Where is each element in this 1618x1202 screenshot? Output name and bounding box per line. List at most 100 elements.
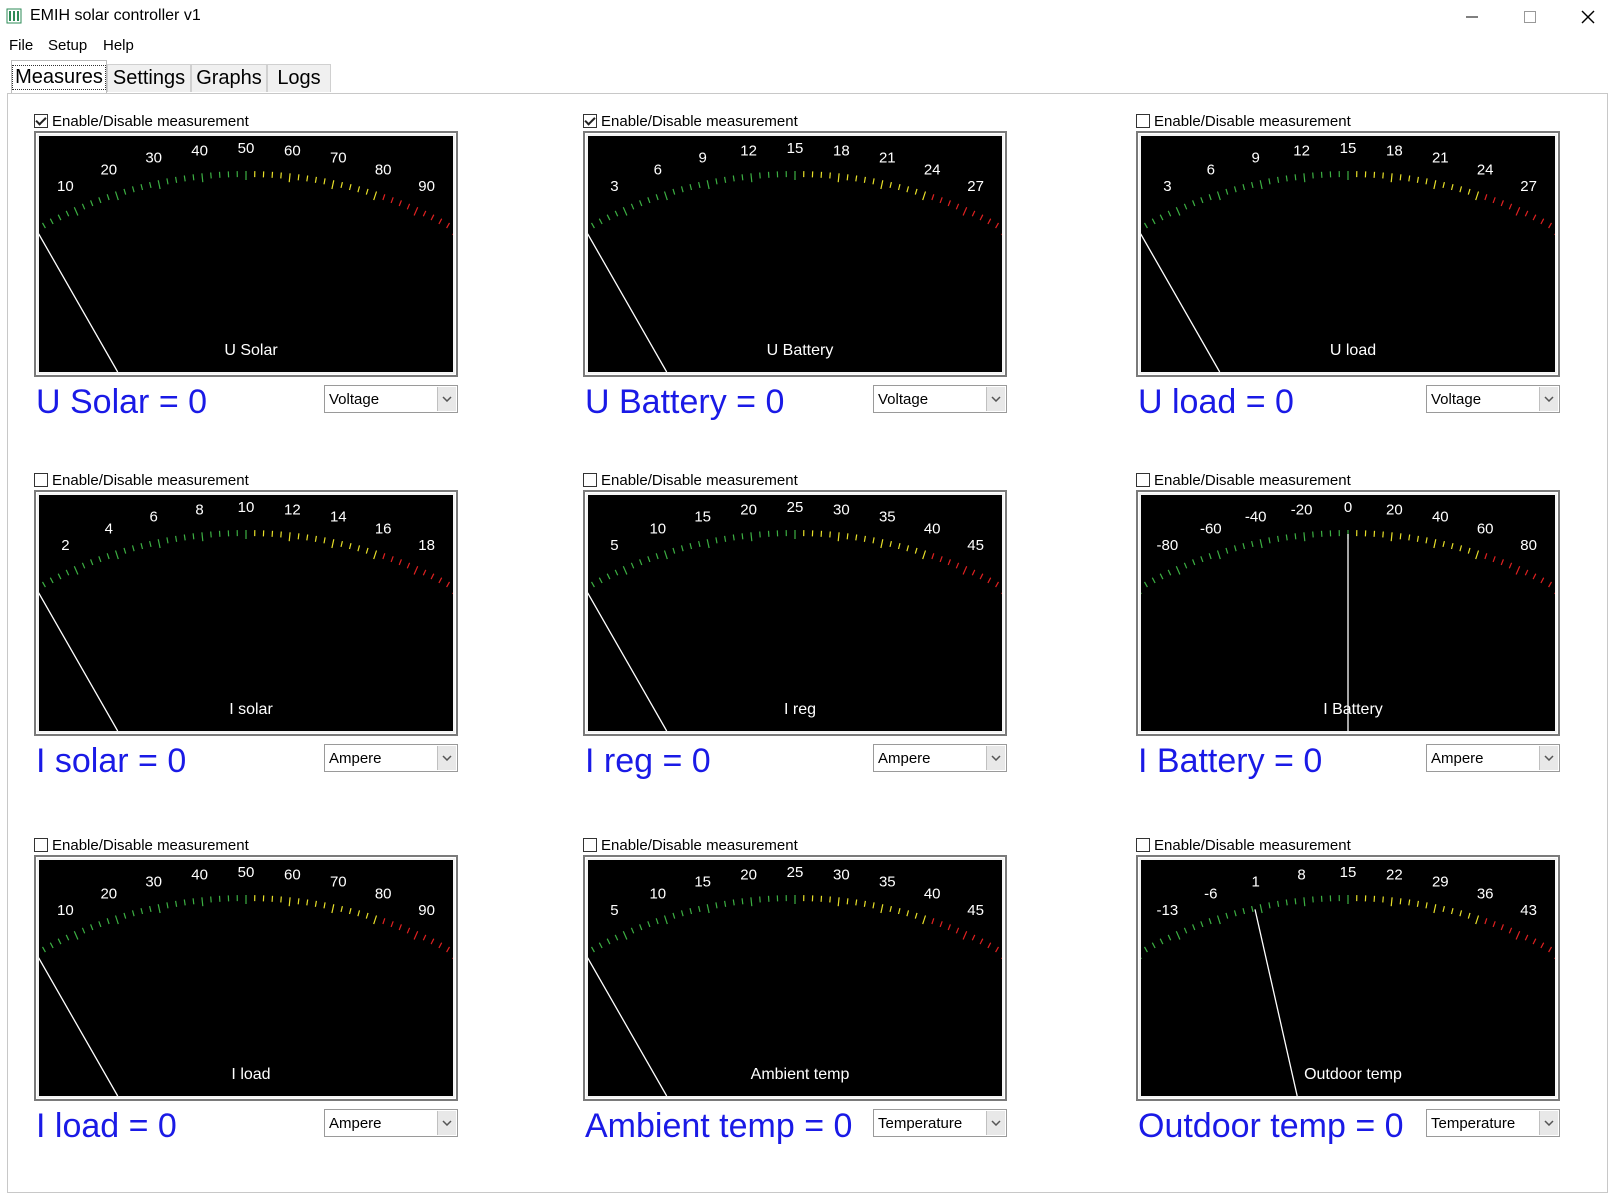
tab-measures[interactable]: Measures	[11, 60, 107, 94]
gauge-tick	[995, 946, 1000, 953]
gauge-tick	[987, 577, 992, 584]
gauge-tick	[759, 531, 761, 538]
gauge-tick	[1408, 534, 1411, 541]
gauge-needle	[39, 957, 119, 1096]
chevron-down-icon[interactable]	[1539, 1111, 1558, 1135]
minimize-icon[interactable]	[1443, 0, 1501, 34]
gauge-tick	[1294, 174, 1297, 181]
unit-select-u-solar[interactable]: Voltage	[324, 385, 458, 413]
enable-checkbox-i-reg[interactable]	[583, 473, 597, 487]
gauge-tick	[1450, 543, 1454, 550]
unit-select-i-solar[interactable]: Ampere	[324, 744, 458, 772]
gauge-scale-label: 15	[694, 509, 711, 526]
chevron-down-icon[interactable]	[437, 1111, 456, 1135]
gauge-scale-label: 60	[284, 142, 301, 159]
gauge-tick	[1399, 533, 1402, 540]
gauge-tick	[1442, 905, 1445, 913]
app-icon	[6, 8, 22, 24]
enable-label: Enable/Disable measurement	[601, 836, 798, 854]
enable-row-u-battery: Enable/Disable measurement	[583, 111, 798, 131]
gauge-tick	[297, 174, 300, 181]
menu-setup[interactable]: Setup	[48, 37, 87, 54]
close-icon[interactable]	[1559, 0, 1617, 34]
chevron-down-icon[interactable]	[437, 387, 456, 411]
gauge-tick	[1183, 927, 1188, 934]
enable-checkbox-u-battery[interactable]	[583, 114, 597, 128]
unit-select-i-reg[interactable]: Ampere	[873, 744, 1007, 772]
gauge-tick	[1159, 938, 1164, 945]
enable-checkbox-u-load[interactable]	[1136, 114, 1150, 128]
enable-checkbox-ambient-temp[interactable]	[583, 838, 597, 852]
gauge-tick	[373, 550, 378, 560]
gauge-tick	[947, 924, 951, 931]
tab-measures-label: Measures	[12, 65, 106, 90]
readout-i-battery: I Battery = 0	[1138, 742, 1323, 780]
measures-panel: Enable/Disable measurement 0 10 20 30 40 50 60…	[7, 93, 1608, 1193]
gauge-tick	[1508, 927, 1513, 934]
gauge-scale-label: 21	[1432, 150, 1449, 167]
gauge-tick	[971, 569, 976, 576]
gauge-tick	[1508, 203, 1513, 210]
unit-select-i-battery[interactable]: Ampere	[1426, 744, 1560, 772]
enable-checkbox-i-battery[interactable]	[1136, 473, 1150, 487]
tab-graphs[interactable]: Graphs	[191, 64, 267, 92]
unit-select-i-load[interactable]: Ampere	[324, 1109, 458, 1137]
gauge-tick	[1382, 531, 1384, 538]
gauge-tick	[1208, 918, 1212, 925]
enable-checkbox-u-solar[interactable]	[34, 114, 48, 128]
maximize-icon[interactable]	[1501, 0, 1559, 34]
gauge-scale-label: -80	[1157, 537, 1179, 554]
readout-u-solar: U Solar = 0	[36, 383, 208, 421]
tab-logs[interactable]: Logs	[267, 64, 331, 92]
enable-checkbox-i-load[interactable]	[34, 838, 48, 852]
gauge-scale-label: 1	[1252, 874, 1260, 891]
enable-label: Enable/Disable measurement	[52, 112, 249, 130]
gauge-tick	[647, 197, 651, 204]
unit-select-ambient-temp[interactable]: Temperature	[873, 1109, 1007, 1137]
gauge-scale-label: 10	[57, 178, 74, 195]
gauge-tick	[41, 946, 46, 953]
chevron-down-icon[interactable]	[1539, 387, 1558, 411]
chevron-down-icon[interactable]	[986, 1111, 1005, 1135]
gauge-tick	[724, 535, 727, 542]
gauge-tick	[406, 203, 411, 210]
gauge-scale-label: 29	[1432, 874, 1449, 891]
tab-settings[interactable]: Settings	[107, 64, 191, 92]
gauge-needle	[1254, 909, 1298, 1096]
gauge-tick	[706, 904, 710, 914]
gauge-tick	[1450, 184, 1454, 191]
unit-select-u-load[interactable]: Voltage	[1426, 385, 1560, 413]
gauge-tick	[123, 547, 127, 554]
gauge-tick	[210, 172, 212, 179]
gauge-tick	[1540, 218, 1545, 225]
gauge-needle	[588, 233, 668, 372]
gauge-tick	[914, 188, 918, 195]
gauge-dial-u-battery: 036912151821242730U Battery	[588, 136, 1002, 372]
menu-help[interactable]: Help	[103, 37, 134, 54]
gauge-tick	[1524, 934, 1529, 941]
gauge-tick	[114, 915, 119, 925]
gauge-tick	[49, 577, 54, 584]
gauge-tick	[1532, 214, 1537, 221]
chevron-down-icon[interactable]	[986, 387, 1005, 411]
gauge-tick	[863, 176, 866, 183]
readout-ambient-temp: Ambient temp = 0	[585, 1107, 853, 1145]
enable-checkbox-i-solar[interactable]	[34, 473, 48, 487]
gauge-cell-u-battery: Enable/Disable measurement 0369121518212…	[583, 111, 1063, 461]
menu-file[interactable]: File	[9, 37, 33, 54]
gauge-tick	[331, 904, 335, 914]
chevron-down-icon[interactable]	[437, 746, 456, 770]
chevron-down-icon[interactable]	[986, 746, 1005, 770]
readout-u-battery: U Battery = 0	[585, 383, 785, 421]
unit-select-value: Ampere	[1431, 750, 1484, 767]
unit-select-u-battery[interactable]: Voltage	[873, 385, 1007, 413]
enable-row-i-load: Enable/Disable measurement	[34, 835, 249, 855]
gauge-tick	[622, 206, 628, 216]
gauge-tick	[1303, 532, 1306, 542]
chevron-down-icon[interactable]	[1539, 746, 1558, 770]
enable-checkbox-outdoor-temp[interactable]	[1136, 838, 1150, 852]
unit-select-outdoor-temp[interactable]: Temperature	[1426, 1109, 1560, 1137]
gauge-tick	[1390, 532, 1393, 542]
gauge-tick	[863, 900, 866, 907]
gauge-tick	[1159, 214, 1164, 221]
